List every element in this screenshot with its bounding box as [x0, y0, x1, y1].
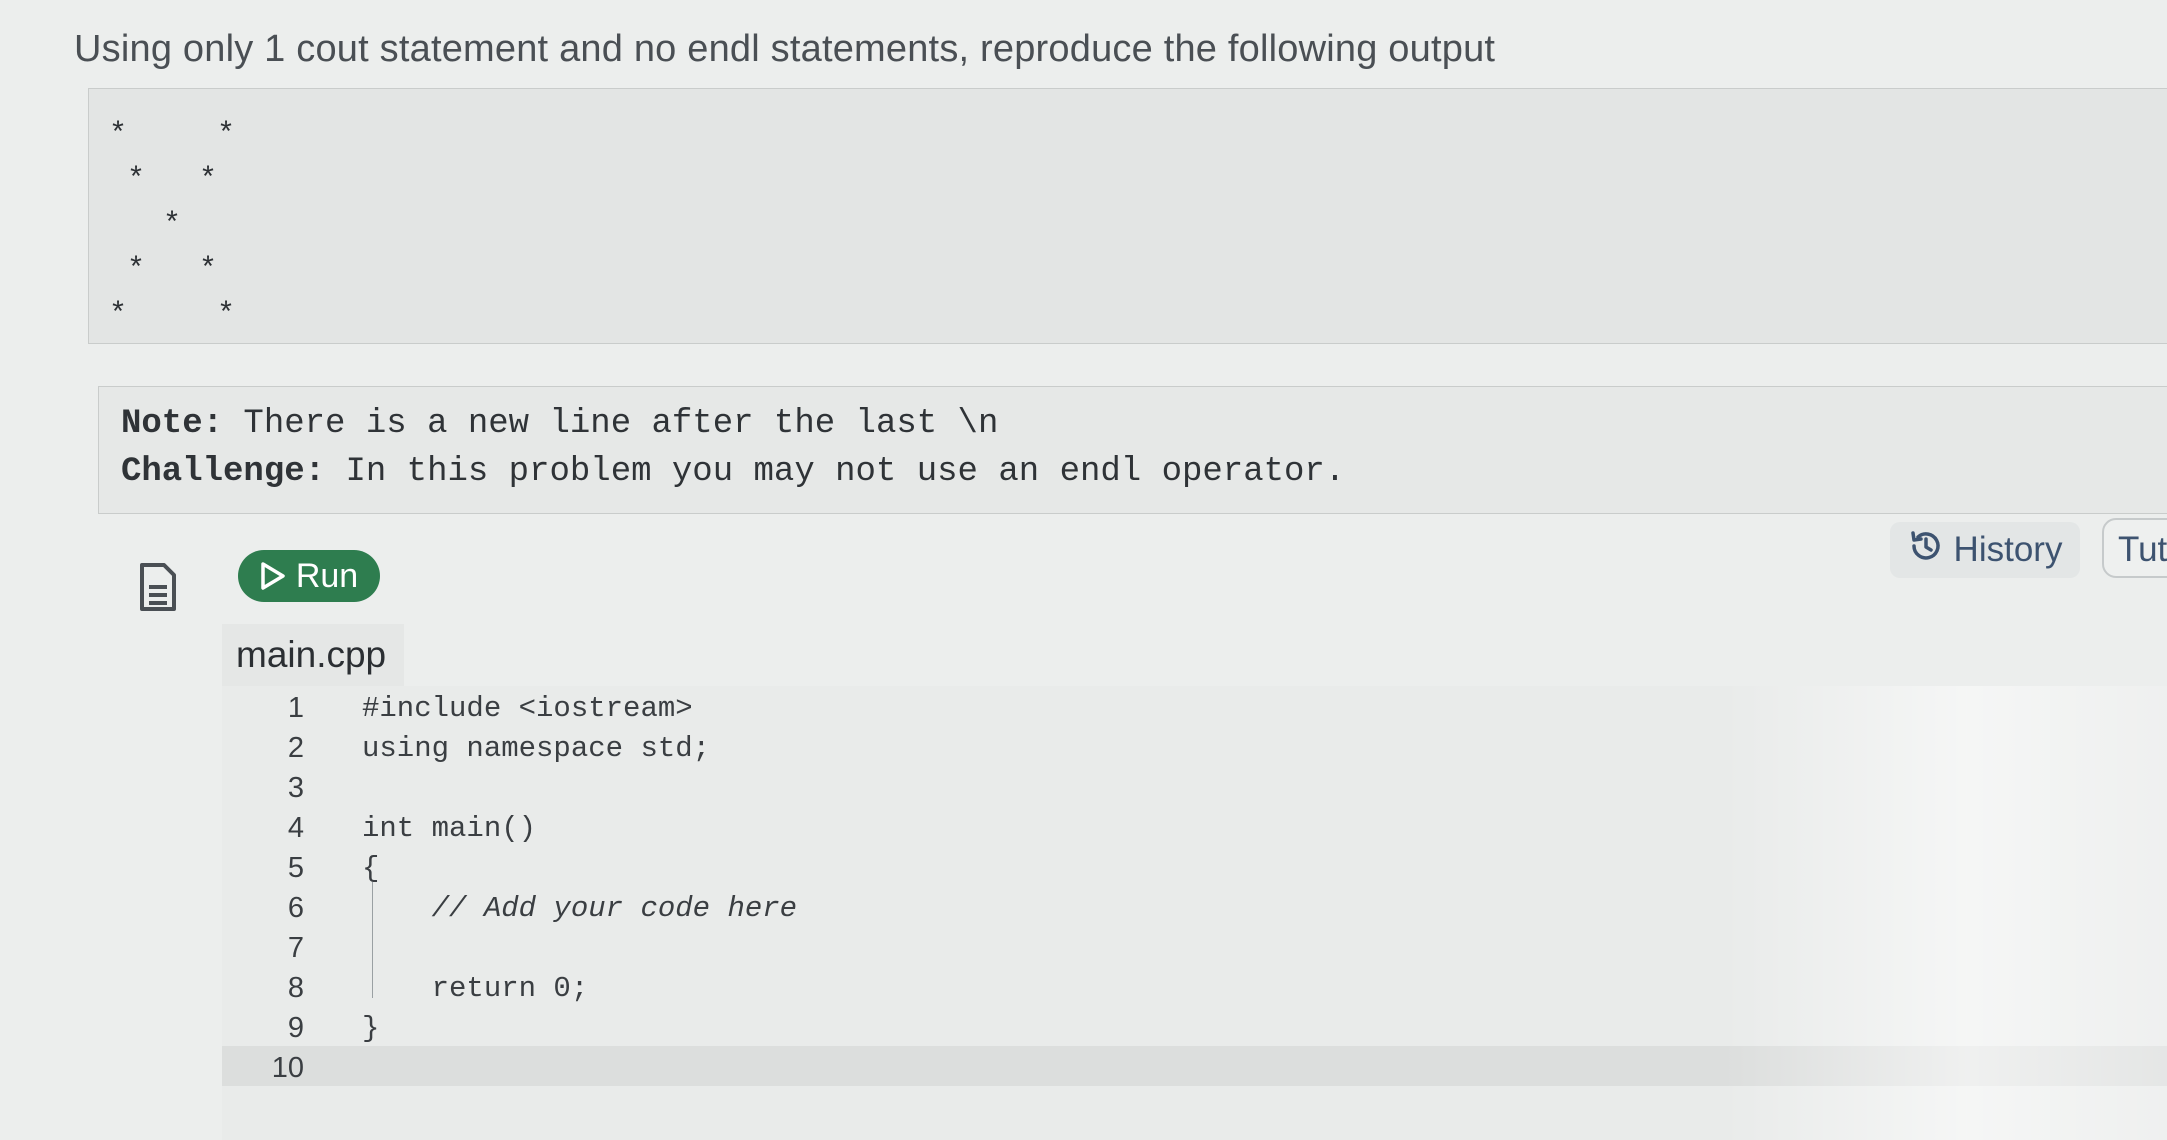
problem-instruction: Using only 1 cout statement and no endl … [74, 28, 1496, 70]
tutorial-label: Tut [2118, 530, 2167, 569]
history-clock-icon [1908, 528, 1944, 573]
screen-glare [1722, 686, 2167, 1140]
play-icon [260, 561, 286, 591]
line-number: 10 [271, 1052, 304, 1084]
run-label: Run [295, 556, 359, 595]
note-label: Note: [121, 405, 224, 443]
tutorial-button[interactable]: Tut [2102, 518, 2167, 578]
line-number: 1 [287, 692, 304, 724]
line-code[interactable]: int main() [362, 812, 536, 845]
line-code[interactable]: return 0; [362, 972, 589, 1005]
line-number: 4 [287, 812, 304, 844]
line-number: 5 [287, 852, 304, 884]
line-number: 3 [287, 772, 304, 804]
expected-output-text: * * * * * * * * * [109, 118, 236, 332]
line-code-comment[interactable]: // Add your code here [362, 892, 797, 925]
line-code[interactable]: { [362, 852, 379, 885]
line-code[interactable]: } [362, 1012, 379, 1045]
line-number: 8 [287, 972, 304, 1004]
line-code[interactable]: #include <iostream> [362, 692, 693, 725]
line-number: 6 [287, 892, 304, 924]
challenge-text: In this problem you may not use an endl … [325, 453, 1346, 491]
file-tab-label: main.cpp [236, 634, 387, 675]
note-box: Note: There is a new line after the last… [98, 386, 2167, 514]
file-tab-main-cpp[interactable]: main.cpp [222, 624, 404, 686]
line-number: 9 [287, 1012, 304, 1044]
note-text: There is a new line after the last \n [223, 405, 999, 443]
line-number: 7 [287, 932, 304, 964]
challenge-line: Challenge: In this problem you may not u… [121, 453, 1345, 491]
challenge-label: Challenge: [121, 453, 326, 491]
run-button[interactable]: Run [238, 550, 380, 602]
line-code[interactable]: using namespace std; [362, 732, 710, 765]
history-button[interactable]: History [1890, 522, 2080, 578]
note-line: Note: There is a new line after the last… [121, 405, 998, 443]
line-number: 2 [287, 732, 304, 764]
file-document-icon[interactable] [138, 562, 178, 612]
expected-output-box: * * * * * * * * * [88, 88, 2167, 344]
code-editor[interactable]: 1 #include <iostream> 2 using namespace … [222, 686, 2167, 1140]
history-label: History [1953, 530, 2063, 569]
